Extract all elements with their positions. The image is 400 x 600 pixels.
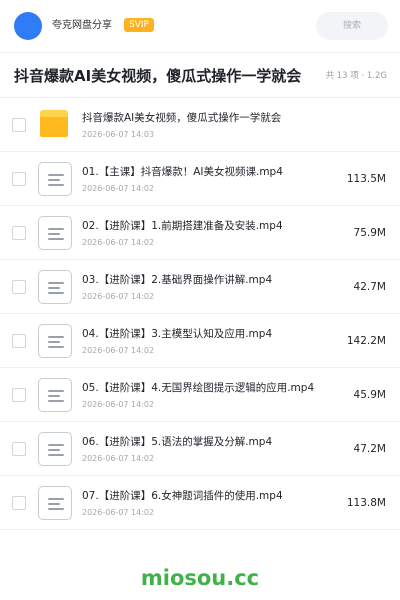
file-date: 2026-06-07 14:03: [82, 130, 155, 139]
file-size: 75.9M: [353, 227, 386, 239]
checkbox[interactable]: [12, 442, 26, 456]
watermark: miosou.cc: [140, 566, 260, 590]
file-list: 抖音爆款AI美女视频，傻瓜式操作一学就会 2026-06-07 14:03 01…: [0, 98, 400, 530]
search-input[interactable]: 搜索: [316, 12, 388, 40]
list-item[interactable]: 07.【进阶课】6.女神题词插件的使用.mp4 2026-06-07 14:02…: [0, 476, 400, 530]
avatar[interactable]: [14, 12, 42, 40]
page-title: 抖音爆款AI美女视频，傻瓜式操作一学就会: [14, 67, 302, 85]
checkbox[interactable]: [12, 280, 26, 294]
file-icon: [38, 270, 72, 304]
file-icon: [38, 216, 72, 250]
file-icon: [38, 162, 72, 196]
header: 夸克网盘分享 SVIP 搜索: [0, 0, 400, 52]
list-item[interactable]: 01.【主课】抖音爆款！AI美女视频课.mp4 2026-06-07 14:02…: [0, 152, 400, 206]
file-size: 113.8M: [346, 497, 386, 509]
file-name: 01.【主课】抖音爆款！AI美女视频课.mp4: [82, 166, 283, 178]
list-item[interactable]: 04.【进阶课】3.主模型认知及应用.mp4 2026-06-07 14:02 …: [0, 314, 400, 368]
checkbox[interactable]: [12, 172, 26, 186]
list-item-folder[interactable]: 抖音爆款AI美女视频，傻瓜式操作一学就会 2026-06-07 14:03: [0, 98, 400, 152]
file-name: 06.【进阶课】5.语法的掌握及分解.mp4: [82, 436, 273, 448]
file-date: 2026-06-07 14:02: [82, 508, 155, 517]
file-name: 03.【进阶课】2.基础界面操作讲解.mp4: [82, 274, 273, 286]
checkbox[interactable]: [12, 388, 26, 402]
file-size: 47.2M: [353, 443, 386, 455]
checkbox[interactable]: [12, 118, 26, 132]
file-name: 04.【进阶课】3.主模型认知及应用.mp4: [82, 328, 273, 340]
file-name: 02.【进阶课】1.前期搭建准备及安装.mp4: [82, 220, 283, 232]
file-size: 113.5M: [346, 173, 386, 185]
file-date: 2026-06-07 14:02: [82, 292, 155, 301]
file-name: 05.【进阶课】4.无国界绘图提示逻辑的应用.mp4: [82, 382, 315, 394]
item-count: 共 13 项 · 1.2G: [325, 71, 387, 81]
file-date: 2026-06-07 14:02: [82, 400, 155, 409]
file-date: 2026-06-07 14:02: [82, 238, 155, 247]
file-name: 抖音爆款AI美女视频，傻瓜式操作一学就会: [82, 112, 282, 124]
checkbox[interactable]: [12, 334, 26, 348]
file-icon: [38, 432, 72, 466]
list-item[interactable]: 06.【进阶课】5.语法的掌握及分解.mp4 2026-06-07 14:02 …: [0, 422, 400, 476]
app-name: 夸克网盘分享: [52, 20, 112, 31]
file-icon: [38, 378, 72, 412]
list-item[interactable]: 02.【进阶课】1.前期搭建准备及安装.mp4 2026-06-07 14:02…: [0, 206, 400, 260]
file-icon: [38, 324, 72, 358]
svip-badge: SVIP: [124, 18, 154, 32]
title-bar: 抖音爆款AI美女视频，傻瓜式操作一学就会 共 13 项 · 1.2G: [0, 52, 400, 98]
file-size: 42.7M: [353, 281, 386, 293]
file-name: 07.【进阶课】6.女神题词插件的使用.mp4: [82, 490, 283, 502]
file-date: 2026-06-07 14:02: [82, 184, 155, 193]
list-item[interactable]: 05.【进阶课】4.无国界绘图提示逻辑的应用.mp4 2026-06-07 14…: [0, 368, 400, 422]
file-icon: [38, 486, 72, 520]
list-item[interactable]: 03.【进阶课】2.基础界面操作讲解.mp4 2026-06-07 14:02 …: [0, 260, 400, 314]
file-date: 2026-06-07 14:02: [82, 454, 155, 463]
checkbox[interactable]: [12, 226, 26, 240]
file-size: 142.2M: [346, 335, 386, 347]
checkbox[interactable]: [12, 496, 26, 510]
file-date: 2026-06-07 14:02: [82, 346, 155, 355]
folder-icon: [40, 110, 68, 137]
file-size: 45.9M: [353, 389, 386, 401]
